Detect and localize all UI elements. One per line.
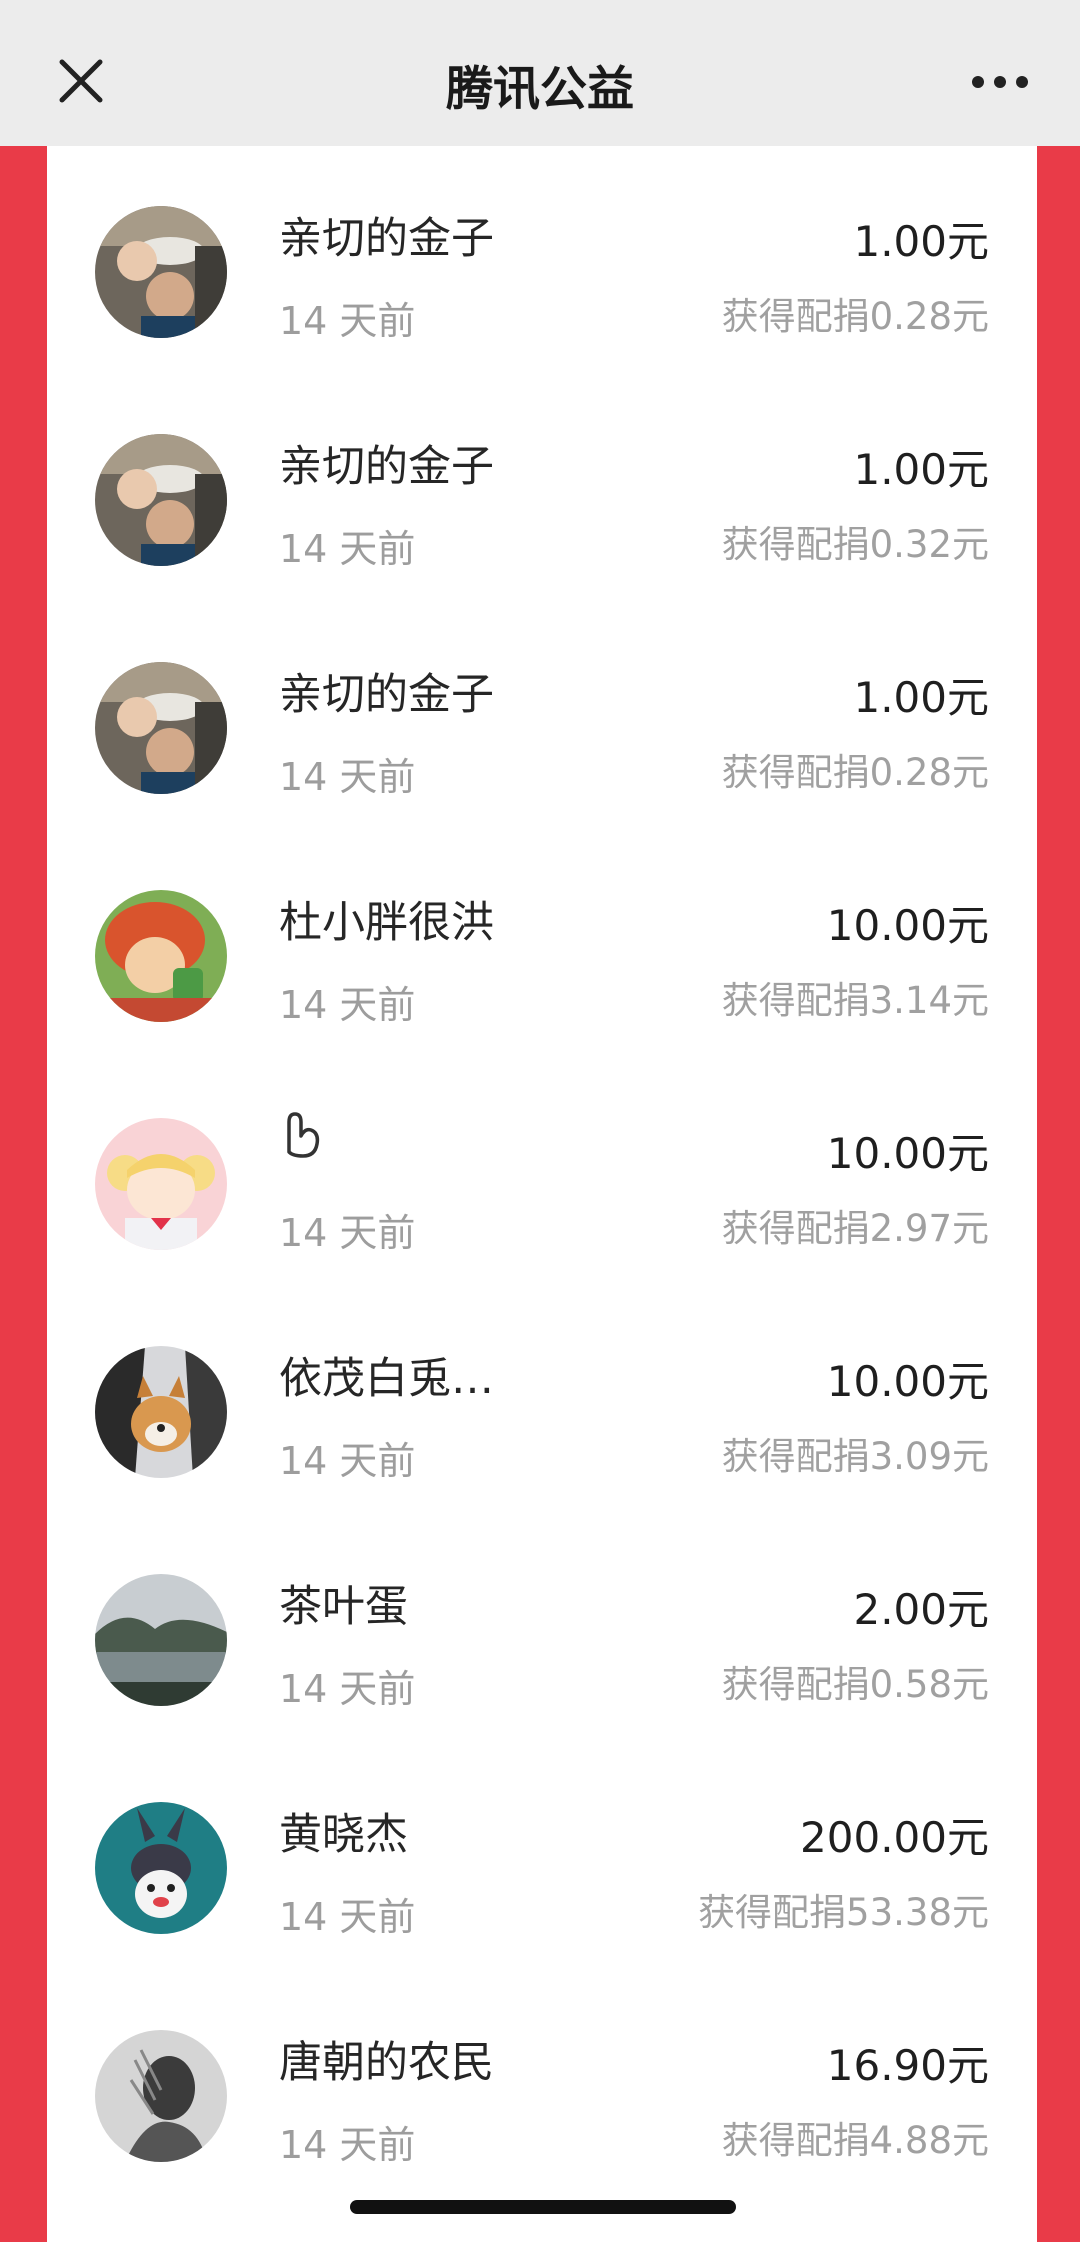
donation-amount: 10.00元 [826,1357,989,1406]
avatar[interactable] [95,1346,227,1478]
donation-amount: 10.00元 [826,901,989,950]
avatar-child-photo-icon [95,434,227,566]
donation-row[interactable]: 亲切的金子 14 天前 1.00元 获得配捐0.32元 [47,374,1037,602]
more-icon [972,76,1028,88]
donation-time: 14 天前 [279,1895,416,1939]
donation-row[interactable]: 茶叶蛋 14 天前 2.00元 获得配捐0.58元 [47,1514,1037,1742]
donation-row[interactable]: 唐朝的农民 14 天前 16.90元 获得配捐4.88元 [47,1970,1037,2198]
donation-time: 14 天前 [279,755,416,799]
donation-amount: 1.00元 [853,217,989,266]
avatar-cartoon-redhair-icon [95,890,227,1022]
donation-time: 14 天前 [279,299,416,343]
top-navigation-bar: 腾讯公益 [0,0,1080,146]
avatar[interactable] [95,2030,227,2162]
donor-name: 亲切的金子 [279,670,494,720]
donation-amount: 200.00元 [800,1813,989,1862]
donation-time: 14 天前 [279,1667,416,1711]
avatar[interactable] [95,434,227,566]
donor-name: 唐朝的农民 [279,2038,494,2088]
donation-row[interactable]: 黄晓杰 14 天前 200.00元 获得配捐53.38元 [47,1742,1037,1970]
avatar[interactable] [95,206,227,338]
avatar[interactable] [95,1118,227,1250]
donor-name: 依茂白兎… [279,1354,494,1404]
avatar[interactable] [95,890,227,1022]
donation-row[interactable]: 亲切的金子 14 天前 1.00元 获得配捐0.28元 [47,146,1037,374]
more-options-button[interactable] [960,60,1040,104]
matched-donation: 获得配捐4.88元 [721,2119,989,2162]
avatar-lake-landscape-icon [95,1574,227,1706]
avatar-bw-portrait-icon [95,2030,227,2162]
hand-emoji-icon [287,1112,320,1158]
avatar[interactable] [95,1574,227,1706]
matched-donation: 获得配捐3.09元 [721,1435,989,1478]
donation-row[interactable]: 14 天前 10.00元 获得配捐2.97元 [47,1058,1037,1286]
matched-donation: 获得配捐2.97元 [721,1207,989,1250]
donation-amount: 1.00元 [853,673,989,722]
page-title: 腾讯公益 [446,62,634,117]
matched-donation: 获得配捐0.58元 [721,1663,989,1706]
donation-row[interactable]: 亲切的金子 14 天前 1.00元 获得配捐0.28元 [47,602,1037,830]
donation-time: 14 天前 [279,527,416,571]
matched-donation: 获得配捐0.28元 [721,751,989,794]
matched-donation: 获得配捐0.28元 [721,295,989,338]
avatar-shiba-dog-icon [95,1346,227,1478]
matched-donation: 获得配捐3.14元 [721,979,989,1022]
donor-name: 亲切的金子 [279,214,494,264]
avatar-cartoon-rabbit-icon [95,1802,227,1934]
avatar-child-photo-icon [95,206,227,338]
donor-name: 黄晓杰 [279,1810,408,1860]
donor-name: 亲切的金子 [279,442,494,492]
donation-time: 14 天前 [279,2123,416,2167]
donation-amount: 10.00元 [826,1129,989,1178]
donation-row[interactable]: 杜小胖很洪 14 天前 10.00元 获得配捐3.14元 [47,830,1037,1058]
donation-list[interactable]: 亲切的金子 14 天前 1.00元 获得配捐0.28元 亲切的金子 14 天前 … [47,146,1037,2242]
close-button[interactable] [50,50,112,112]
donor-name: 杜小胖很洪 [279,898,494,948]
donor-name: 茶叶蛋 [279,1582,408,1632]
avatar[interactable] [95,662,227,794]
matched-donation: 获得配捐53.38元 [698,1891,989,1934]
avatar-child-photo-icon [95,662,227,794]
donation-amount: 1.00元 [853,445,989,494]
donation-row[interactable]: 依茂白兎… 14 天前 10.00元 获得配捐3.09元 [47,1286,1037,1514]
home-indicator[interactable] [350,2200,736,2214]
donation-amount: 2.00元 [853,1585,989,1634]
donation-time: 14 天前 [279,1211,416,1255]
matched-donation: 获得配捐0.32元 [721,523,989,566]
donation-time: 14 天前 [279,1439,416,1483]
donor-name [279,1106,327,1175]
donation-amount: 16.90元 [826,2041,989,2090]
avatar[interactable] [95,1802,227,1934]
avatar-anime-girl-icon [95,1118,227,1250]
donation-time: 14 天前 [279,983,416,1027]
close-icon [59,59,103,103]
